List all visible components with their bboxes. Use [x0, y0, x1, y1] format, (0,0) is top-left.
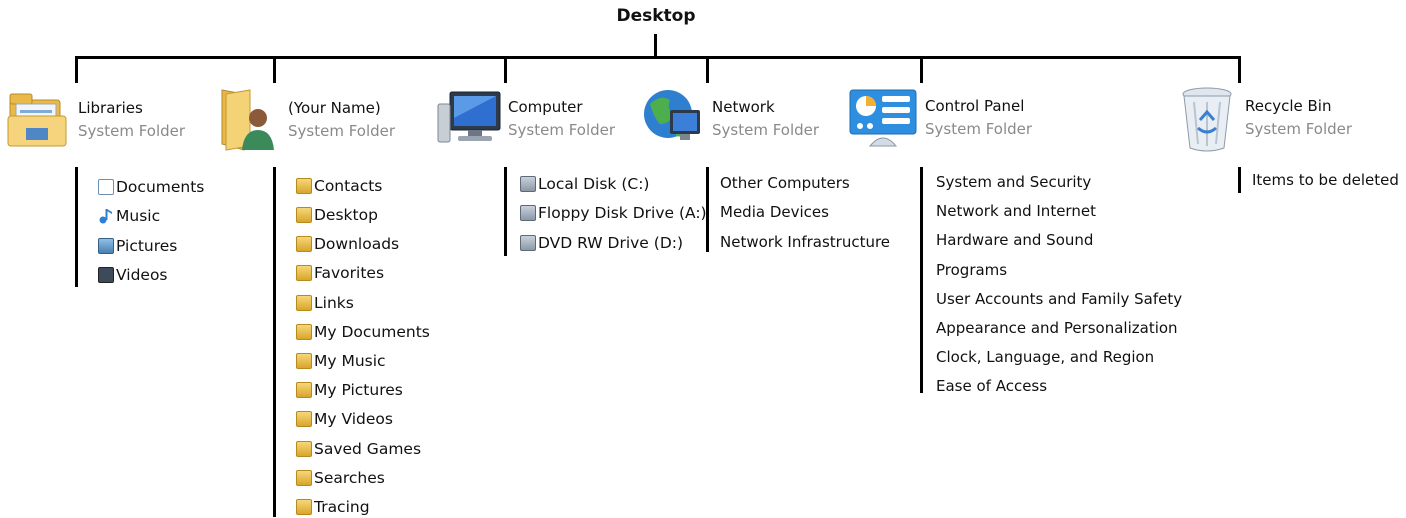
user-list-line [273, 167, 276, 517]
music-folder-icon [296, 353, 312, 369]
control-panel-list-line [920, 167, 923, 393]
computer-list-line [504, 167, 507, 256]
control-panel-icon[interactable] [846, 86, 920, 152]
list-item-my-documents[interactable]: My Documents [296, 321, 430, 343]
list-item-programs[interactable]: Programs [936, 259, 1007, 281]
computer-icon[interactable] [436, 88, 504, 148]
computer-subtitle: System Folder [508, 121, 616, 139]
list-item-local-disk[interactable]: Local Disk (C:) [520, 173, 649, 195]
list-item-links[interactable]: Links [296, 292, 354, 314]
list-item-tracing[interactable]: Tracing [296, 496, 370, 518]
list-item-system-and-security[interactable]: System and Security [936, 171, 1091, 193]
videos-icon [98, 267, 114, 283]
control-panel-drop [920, 56, 923, 83]
list-item-clock-language-region[interactable]: Clock, Language, and Region [936, 346, 1154, 368]
horizontal-connector [75, 56, 1241, 59]
list-item-music[interactable]: Music [98, 205, 160, 227]
list-item-videos[interactable]: Videos [98, 264, 168, 286]
list-item-floppy-drive[interactable]: Floppy Disk Drive (A:) [520, 202, 707, 224]
user-name[interactable]: (Your Name) [288, 99, 381, 117]
dvd-drive-icon [520, 235, 536, 251]
list-item-searches[interactable]: Searches [296, 467, 385, 489]
network-name[interactable]: Network [712, 98, 775, 116]
local-disk-icon [520, 176, 536, 192]
list-item-pictures[interactable]: Pictures [98, 235, 177, 257]
recycle-bin-icon[interactable] [1176, 84, 1238, 154]
list-item-desktop[interactable]: Desktop [296, 204, 378, 226]
network-subtitle: System Folder [712, 121, 820, 139]
list-item-my-videos[interactable]: My Videos [296, 408, 393, 430]
links-folder-icon [296, 295, 312, 311]
control-panel-subtitle: System Folder [925, 120, 1033, 138]
computer-drop [504, 56, 507, 83]
list-item-network-infrastructure[interactable]: Network Infrastructure [720, 231, 890, 253]
list-item-media-devices[interactable]: Media Devices [720, 201, 829, 223]
libraries-icon[interactable] [6, 86, 72, 152]
network-drop [706, 56, 709, 83]
list-item-documents[interactable]: Documents [98, 176, 204, 198]
list-item-items-to-be-deleted[interactable]: Items to be deleted [1252, 169, 1399, 191]
user-subtitle: System Folder [288, 122, 396, 140]
list-item-downloads[interactable]: Downloads [296, 233, 399, 255]
list-item-appearance[interactable]: Appearance and Personalization [936, 317, 1178, 339]
list-item-network-and-internet[interactable]: Network and Internet [936, 200, 1096, 222]
list-item-my-pictures[interactable]: My Pictures [296, 379, 403, 401]
computer-name[interactable]: Computer [508, 98, 583, 116]
list-item-user-accounts[interactable]: User Accounts and Family Safety [936, 288, 1182, 310]
pictures-folder-icon [296, 382, 312, 398]
recycle-bin-subtitle: System Folder [1245, 120, 1353, 138]
list-item-favorites[interactable]: Favorites [296, 262, 384, 284]
control-panel-name[interactable]: Control Panel [925, 97, 1024, 115]
desktop-folder-icon [296, 207, 312, 223]
documents-folder-icon [296, 324, 312, 340]
user-drop [273, 56, 276, 83]
music-note-icon [98, 208, 114, 224]
libraries-name[interactable]: Libraries [78, 99, 143, 117]
list-item-contacts[interactable]: Contacts [296, 175, 382, 197]
libraries-list-line [75, 167, 78, 287]
recycle-bin-drop [1238, 56, 1241, 83]
network-list-line [706, 167, 709, 252]
list-item-dvd-drive[interactable]: DVD RW Drive (D:) [520, 232, 683, 254]
list-item-other-computers[interactable]: Other Computers [720, 172, 850, 194]
list-item-ease-of-access[interactable]: Ease of Access [936, 375, 1047, 397]
recycle-bin-name[interactable]: Recycle Bin [1245, 97, 1331, 115]
root-connector [654, 34, 657, 58]
libraries-subtitle: System Folder [78, 122, 186, 140]
list-item-my-music[interactable]: My Music [296, 350, 386, 372]
downloads-folder-icon [296, 236, 312, 252]
diagram-title: Desktop [616, 6, 696, 26]
list-item-saved-games[interactable]: Saved Games [296, 438, 421, 460]
recycle-bin-list-line [1238, 167, 1241, 193]
videos-folder-icon [296, 411, 312, 427]
searches-folder-icon [296, 470, 312, 486]
folder-icon [296, 499, 312, 515]
libraries-drop [75, 56, 78, 83]
floppy-drive-icon [520, 205, 536, 221]
network-globe-icon[interactable] [640, 84, 706, 150]
favorites-folder-icon [296, 265, 312, 281]
saved-games-folder-icon [296, 441, 312, 457]
user-folder-icon[interactable] [214, 84, 280, 154]
list-item-hardware-and-sound[interactable]: Hardware and Sound [936, 229, 1093, 251]
contacts-folder-icon [296, 178, 312, 194]
documents-icon [98, 179, 114, 195]
pictures-icon [98, 238, 114, 254]
